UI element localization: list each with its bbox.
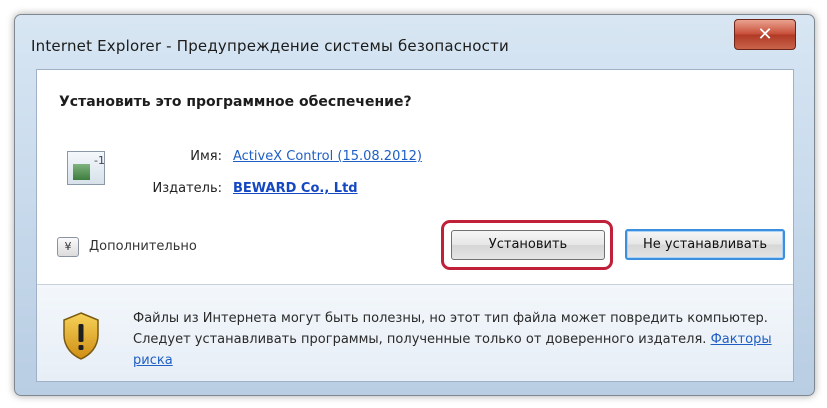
publisher-label: Издатель: (152, 181, 222, 196)
warning-message: Файлы из Интернета могут быть полезны, н… (133, 308, 773, 371)
install-question: Установить это программное обеспечение? (59, 94, 412, 110)
window-title: Internet Explorer - Предупреждение систе… (31, 37, 509, 55)
warning-area: Файлы из Интернета могут быть полезны, н… (37, 285, 793, 381)
dont-install-button[interactable]: Не устанавливать (625, 229, 785, 260)
install-button[interactable]: Установить (451, 230, 605, 260)
chevron-down-icon[interactable]: ¥ (57, 237, 79, 257)
close-button[interactable]: ✕ (734, 19, 796, 50)
title-bar[interactable]: Internet Explorer - Предупреждение систе… (15, 15, 814, 67)
security-warning-dialog: Internet Explorer - Предупреждение систе… (14, 14, 815, 396)
more-options-label[interactable]: Дополнительно (89, 239, 197, 254)
dialog-content: Установить это программное обеспечение? … (36, 69, 794, 382)
close-icon: ✕ (757, 24, 773, 45)
publisher-link[interactable]: BEWARD Co., Ltd (233, 181, 358, 196)
name-row: Имя: ActiveX Control (15.08.2012) (37, 149, 637, 169)
name-link[interactable]: ActiveX Control (15.08.2012) (233, 149, 422, 164)
warning-text: Файлы из Интернета могут быть полезны, н… (133, 311, 768, 347)
security-shield-icon (63, 312, 99, 360)
name-label: Имя: (190, 149, 222, 164)
publisher-row: Издатель: BEWARD Co., Ltd (37, 181, 637, 201)
